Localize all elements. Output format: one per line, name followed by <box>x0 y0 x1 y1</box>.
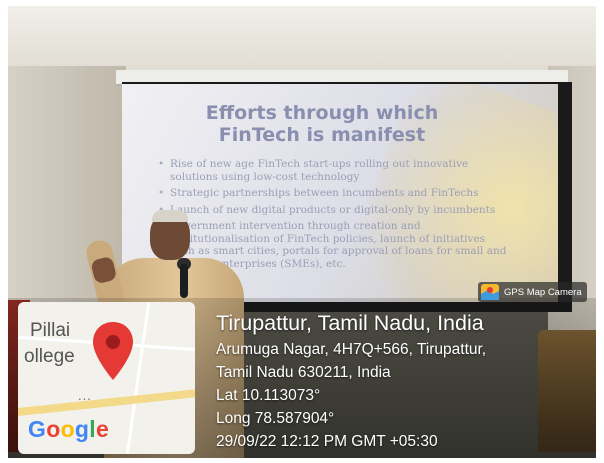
address-line-2: Tamil Nadu 630211, India <box>216 364 391 381</box>
gps-map-camera-badge: GPS Map Camera <box>478 282 587 302</box>
longitude: Long 78.587904° <box>216 410 335 427</box>
slide-title-line-1: Efforts through which <box>205 102 439 124</box>
map-pin-icon <box>93 322 133 380</box>
map-label: Pillai <box>30 320 71 341</box>
speaker-hand <box>90 255 118 285</box>
map-thumbnail[interactable]: Pillai ollege ... Google <box>18 302 195 454</box>
map-label: ollege <box>24 346 75 367</box>
google-logo: Google <box>28 416 110 442</box>
slide-bullet: Rise of new age FinTech start-ups rollin… <box>158 158 508 183</box>
map-dots: ... <box>78 388 92 403</box>
gps-map-camera-icon <box>481 284 499 300</box>
address-line-1: Arumuga Nagar, 4H7Q+566, Tirupattur, <box>216 341 487 358</box>
timestamp: 29/09/22 12:12 PM GMT +05:30 <box>216 433 438 450</box>
slide-title-line-2: FinTech is manifest <box>218 124 426 146</box>
latitude: Lat 10.113073° <box>216 387 321 404</box>
speaker-hair <box>152 210 188 222</box>
location-place: Tirupattur, Tamil Nadu, India <box>216 311 484 335</box>
slide-title: Efforts through which FinTech is manifes… <box>172 102 472 146</box>
microphone-handle <box>180 264 188 298</box>
slide-bullet: Strategic partnerships between incumbent… <box>158 187 508 200</box>
gps-badge-label: GPS Map Camera <box>504 286 582 298</box>
location-info: Tirupattur, Tamil Nadu, India Arumuga Na… <box>216 309 486 453</box>
map-main-road <box>18 387 195 417</box>
